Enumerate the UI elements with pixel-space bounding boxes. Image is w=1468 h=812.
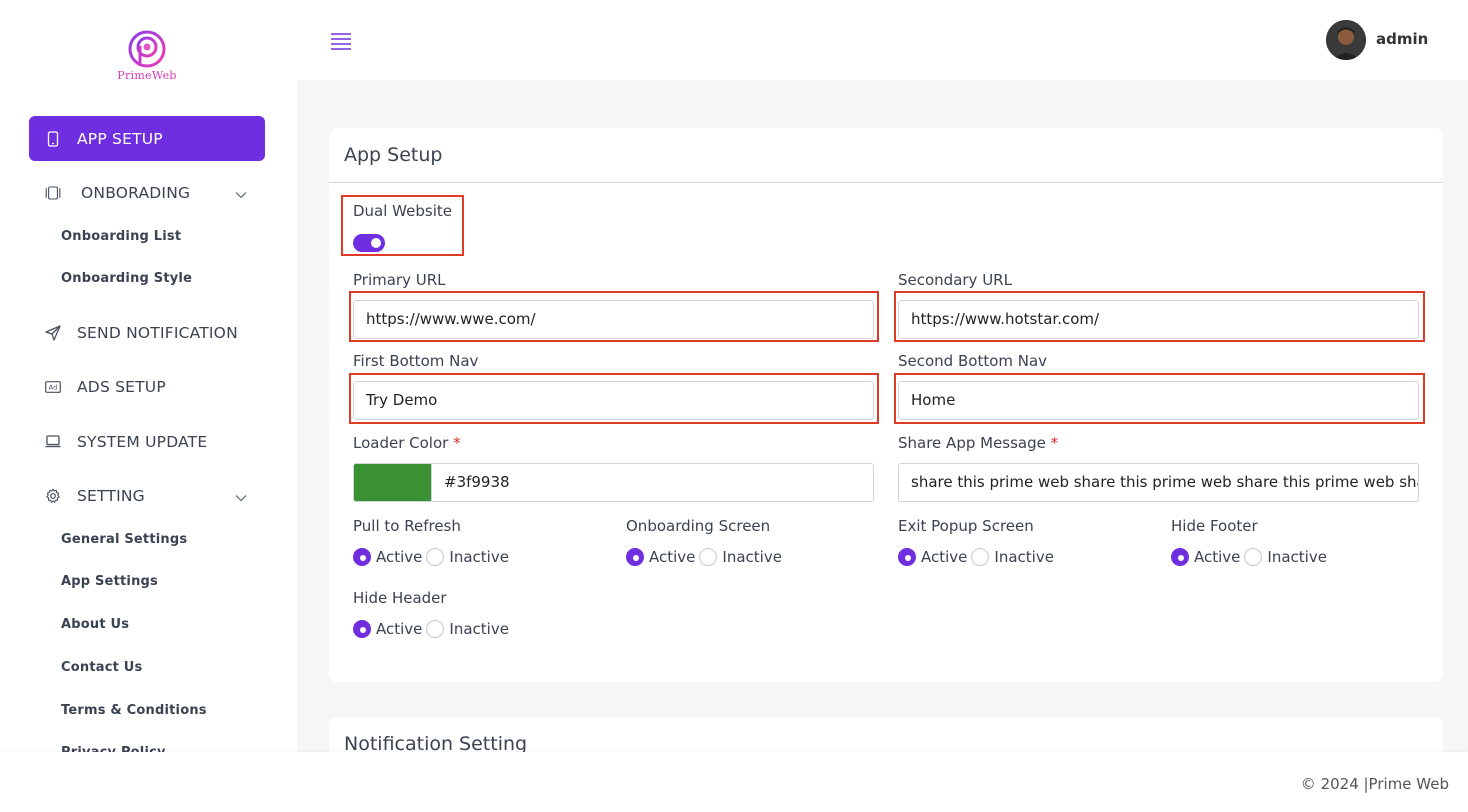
notification-setting-card: Notification Setting <box>329 717 1443 755</box>
hide-header-label: Hide Header <box>353 589 447 607</box>
svg-text:Ad: Ad <box>49 383 58 391</box>
radio-active[interactable] <box>1171 548 1189 566</box>
logo-text: PrimeWeb <box>117 69 177 82</box>
pull-to-refresh-radio-group: Active Inactive <box>353 548 513 566</box>
phone-icon <box>45 130 61 147</box>
radio-inactive-label: Inactive <box>449 620 509 638</box>
radio-active-label: Active <box>921 548 968 566</box>
radio-inactive-label: Inactive <box>722 548 782 566</box>
secondary-url-input[interactable]: https://www.hotstar.com/ <box>898 300 1419 339</box>
radio-active-label: Active <box>376 620 423 638</box>
loader-color-input[interactable]: #3f9938 <box>431 463 874 502</box>
first-bottom-nav-input[interactable]: Try Demo <box>353 381 874 420</box>
loader-color-label: Loader Color * <box>353 434 461 452</box>
sidebar-item-onborading[interactable]: ONBORADING <box>29 170 265 215</box>
loader-color-swatch[interactable] <box>353 463 432 502</box>
radio-inactive-label: Inactive <box>1267 548 1327 566</box>
sidebar-item-label: SYSTEM UPDATE <box>77 432 208 451</box>
laptop-icon <box>45 434 61 450</box>
share-message-label-text: Share App Message <box>898 434 1046 452</box>
footer-copyright: © 2024 |Prime Web <box>1300 775 1449 793</box>
hide-footer-label: Hide Footer <box>1171 517 1258 535</box>
secondary-url-label: Secondary URL <box>898 271 1012 289</box>
sidebar-item-label: SETTING <box>77 486 145 505</box>
sidebar: PrimeWeb APP SETUP ONBORADING Onboarding… <box>0 0 297 760</box>
sidebar-item-system-update[interactable]: SYSTEM UPDATE <box>29 419 265 464</box>
onboarding-screen-label: Onboarding Screen <box>626 517 771 535</box>
sidebar-item-ads-setup[interactable]: Ad ADS SETUP <box>29 364 265 409</box>
radio-active[interactable] <box>898 548 916 566</box>
sidebar-subitem-app-settings[interactable]: App Settings <box>61 574 158 589</box>
dual-website-label: Dual Website <box>353 202 452 220</box>
ad-icon: Ad <box>45 379 61 395</box>
radio-active-label: Active <box>649 548 696 566</box>
sidebar-subitem-terms-conditions[interactable]: Terms & Conditions <box>61 703 207 718</box>
radio-inactive[interactable] <box>971 548 990 566</box>
pull-to-refresh-label: Pull to Refresh <box>353 517 461 535</box>
card-title: App Setup <box>344 144 443 166</box>
sidebar-subitem-about-us[interactable]: About Us <box>61 617 129 632</box>
top-header: admin <box>297 0 1468 80</box>
onboarding-screen-radio-group: Active Inactive <box>626 548 786 566</box>
radio-active[interactable] <box>353 548 371 566</box>
required-mark: * <box>1050 434 1059 452</box>
first-bottom-nav-label: First Bottom Nav <box>353 352 479 370</box>
radio-inactive-label: Inactive <box>449 548 509 566</box>
sidebar-subitem-general-settings[interactable]: General Settings <box>61 532 187 547</box>
dual-website-toggle[interactable] <box>353 234 385 252</box>
sidebar-item-label: SEND NOTIFICATION <box>77 323 238 342</box>
primary-url-label: Primary URL <box>353 271 446 289</box>
toggle-knob <box>371 238 381 248</box>
app-setup-card: App Setup Dual Website Primary URL https… <box>329 128 1443 682</box>
sidebar-item-label: ADS SETUP <box>77 377 166 396</box>
hide-footer-radio-group: Active Inactive <box>1171 548 1331 566</box>
radio-inactive[interactable] <box>426 620 445 638</box>
second-bottom-nav-input[interactable]: Home <box>898 381 1419 420</box>
sidebar-subitem-onboarding-style[interactable]: Onboarding Style <box>61 271 192 286</box>
radio-active-label: Active <box>376 548 423 566</box>
sidebar-item-label: APP SETUP <box>77 129 163 148</box>
sidebar-item-setting[interactable]: SETTING <box>29 473 265 518</box>
sidebar-subitem-onboarding-list[interactable]: Onboarding List <box>61 229 181 244</box>
divider <box>329 182 1443 183</box>
radio-inactive-label: Inactive <box>994 548 1054 566</box>
avatar[interactable] <box>1326 20 1366 60</box>
radio-inactive[interactable] <box>426 548 445 566</box>
sidebar-item-app-setup[interactable]: APP SETUP <box>29 116 265 161</box>
radio-active[interactable] <box>353 620 371 638</box>
radio-inactive[interactable] <box>1244 548 1263 566</box>
logo[interactable]: PrimeWeb <box>113 30 181 88</box>
footer: © 2024 |Prime Web <box>0 752 1468 812</box>
exit-popup-screen-radio-group: Active Inactive <box>898 548 1058 566</box>
username[interactable]: admin <box>1376 30 1428 48</box>
primary-url-input[interactable]: https://www.wwe.com/ <box>353 300 874 339</box>
sidebar-item-send-notification[interactable]: SEND NOTIFICATION <box>29 310 265 355</box>
exit-popup-screen-label: Exit Popup Screen <box>898 517 1034 535</box>
share-message-input[interactable]: share this prime web share this prime we… <box>898 463 1419 502</box>
loader-color-label-text: Loader Color <box>353 434 449 452</box>
gear-icon <box>45 488 61 504</box>
second-bottom-nav-label: Second Bottom Nav <box>898 352 1048 370</box>
required-mark: * <box>453 434 461 452</box>
hide-header-radio-group: Active Inactive <box>353 620 513 638</box>
carousel-icon <box>45 185 61 201</box>
sidebar-item-label: ONBORADING <box>81 183 191 202</box>
sidebar-subitem-contact-us[interactable]: Contact Us <box>61 660 142 675</box>
radio-active[interactable] <box>626 548 644 566</box>
send-icon <box>45 324 61 341</box>
radio-active-label: Active <box>1194 548 1241 566</box>
radio-inactive[interactable] <box>699 548 718 566</box>
chevron-down-icon[interactable] <box>235 488 247 506</box>
primeweb-logo-icon <box>128 30 166 68</box>
hamburger-menu-icon[interactable] <box>331 32 351 50</box>
share-message-label: Share App Message * <box>898 434 1058 452</box>
chevron-down-icon[interactable] <box>235 185 247 203</box>
